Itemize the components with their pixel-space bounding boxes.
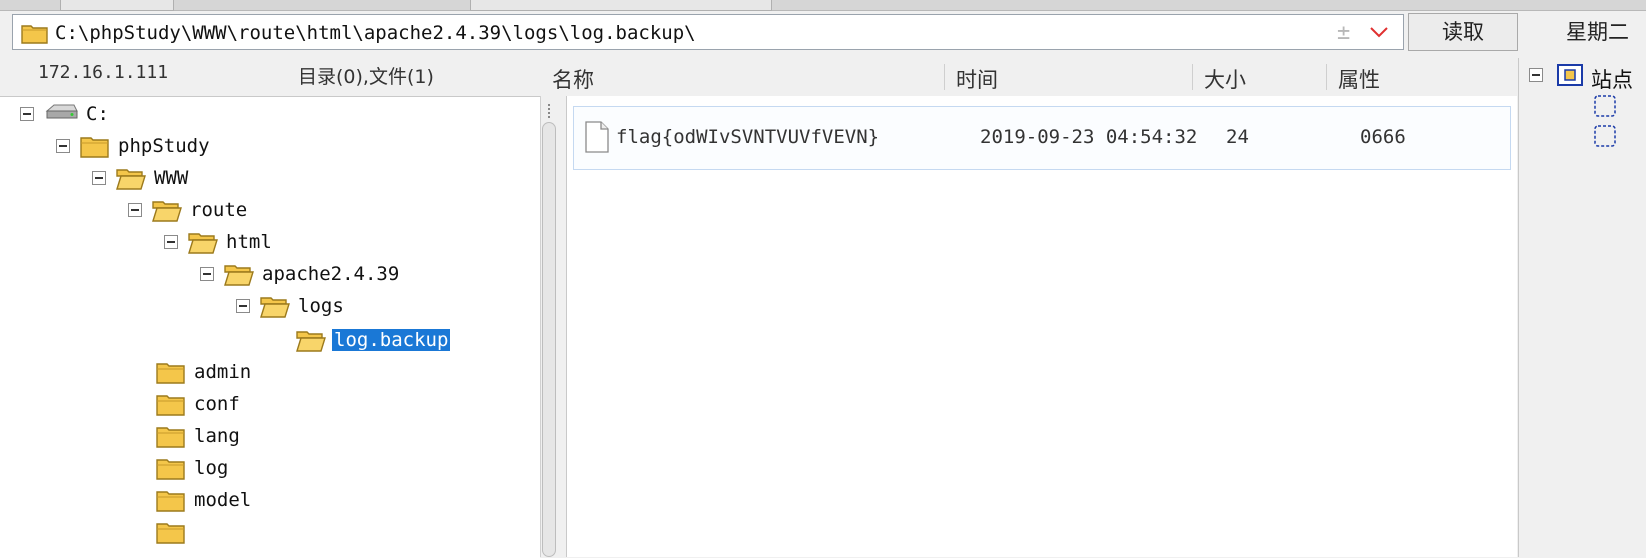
tree-label: admin (194, 361, 252, 383)
column-divider[interactable] (944, 64, 945, 90)
collapse-icon[interactable] (56, 139, 70, 153)
folder-icon (156, 459, 185, 480)
file-size: 24 (1226, 126, 1249, 148)
site-child-icon[interactable] (1593, 124, 1617, 152)
folder-open-icon (296, 331, 326, 352)
tree-label: phpStudy (118, 135, 210, 157)
tree-node-logs[interactable]: logs (236, 291, 346, 321)
tree-node-apache[interactable]: apache2.4.39 (200, 259, 401, 289)
dir-file-count: 目录(0),文件(1) (298, 66, 434, 88)
tree-node-html[interactable]: html (164, 227, 274, 257)
tree-node-conf[interactable]: conf (156, 389, 242, 419)
read-button[interactable]: 读取 (1408, 13, 1518, 51)
folder-tree: C: phpStudy WWW route html apache2.4.39 … (0, 96, 540, 558)
tree-label: lang (194, 425, 240, 447)
folder-icon (156, 523, 185, 544)
tab-previous[interactable] (60, 0, 174, 11)
folder-open-icon (116, 169, 146, 190)
tree-label-selected: log.backup (332, 329, 451, 351)
tree-node-model[interactable]: model (156, 485, 253, 515)
folder-open-icon (260, 297, 290, 318)
collapse-icon[interactable] (1529, 68, 1543, 82)
tree-node-partial[interactable] (156, 517, 186, 547)
tree-node-log[interactable]: log (156, 453, 230, 483)
collapse-icon[interactable] (92, 171, 106, 185)
path-text: C:\phpStudy\WWW\route\html\apache2.4.39\… (55, 22, 696, 44)
chevron-down-icon[interactable] (1369, 24, 1389, 43)
tree-label: WWW (154, 167, 189, 189)
tree-node-lang[interactable]: lang (156, 421, 242, 451)
tree-label: conf (194, 393, 240, 415)
file-icon (584, 121, 610, 157)
folder-open-icon (188, 233, 218, 254)
tree-label: html (226, 231, 272, 253)
tab-current[interactable] (470, 0, 772, 11)
site-panel: 站点 (1518, 58, 1646, 557)
scrollbar-grip (548, 104, 554, 118)
tree-node-route[interactable]: route (128, 195, 249, 225)
tree-node-admin[interactable]: admin (156, 357, 253, 387)
collapse-icon[interactable] (128, 203, 142, 217)
tree-label: C: (86, 103, 109, 125)
host-ip: 172.16.1.111 (38, 62, 169, 83)
file-name: flag{odWIvSVNTVUVfVEVN} (616, 126, 880, 148)
collapse-icon[interactable] (236, 299, 250, 313)
site-label: 站点 (1591, 68, 1633, 92)
folder-icon (21, 22, 49, 48)
folder-icon (156, 491, 185, 512)
tree-node-log-backup[interactable]: log.backup (296, 325, 451, 355)
tab-strip (0, 0, 1646, 11)
tree-label: log (194, 457, 229, 479)
file-attr: 0666 (1360, 126, 1406, 148)
column-header-size[interactable]: 大小 (1204, 64, 1246, 94)
column-header-attr[interactable]: 属性 (1338, 64, 1380, 94)
tree-label: apache2.4.39 (262, 263, 400, 285)
column-header-name[interactable]: 名称 (552, 64, 594, 94)
drive-icon (44, 103, 78, 125)
file-time: 2019-09-23 04:54:32 (980, 126, 1198, 148)
column-header-time[interactable]: 时间 (956, 64, 998, 94)
file-list: flag{odWIvSVNTVUVfVEVN} 2019-09-23 04:54… (566, 96, 1517, 557)
site-icon (1557, 64, 1583, 90)
folder-icon (156, 363, 185, 384)
tree-node-phpstudy[interactable]: phpStudy (56, 131, 212, 161)
weekday-label: 星期二 (1566, 20, 1629, 44)
tree-node-drive[interactable]: C: (20, 99, 111, 129)
collapse-icon[interactable] (164, 235, 178, 249)
tree-label: model (194, 489, 252, 511)
collapse-icon[interactable] (200, 267, 214, 281)
file-row[interactable]: flag{odWIvSVNTVUVfVEVN} 2019-09-23 04:54… (573, 106, 1511, 170)
column-divider[interactable] (1326, 64, 1327, 90)
folder-open-icon (152, 201, 182, 222)
column-divider[interactable] (1192, 64, 1193, 90)
folder-icon (156, 395, 185, 416)
folder-open-icon (224, 265, 254, 286)
plus-minus-icon[interactable]: ± (1337, 20, 1350, 45)
site-child-icon[interactable] (1593, 94, 1617, 122)
collapse-icon[interactable] (20, 107, 34, 121)
tree-label: route (190, 199, 248, 221)
tree-node-www[interactable]: WWW (92, 163, 190, 193)
file-list-header: 名称 时间 大小 属性 (552, 58, 1516, 97)
path-input[interactable]: C:\phpStudy\WWW\route\html\apache2.4.39\… (12, 14, 1404, 50)
tree-label: logs (298, 295, 344, 317)
folder-icon (80, 137, 109, 158)
tree-scrollbar-thumb[interactable] (542, 122, 556, 557)
folder-icon (156, 427, 185, 448)
